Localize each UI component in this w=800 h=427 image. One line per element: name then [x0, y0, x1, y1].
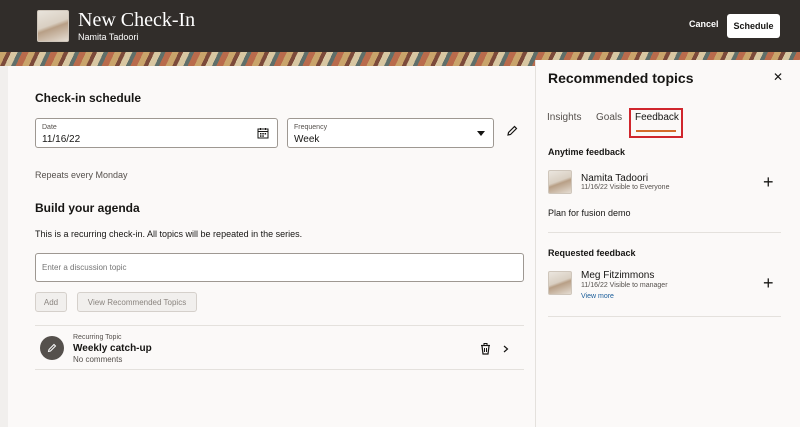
requested-feedback-heading: Requested feedback: [548, 248, 636, 258]
agenda-note: This is a recurring check-in. All topics…: [35, 229, 303, 239]
chevron-down-icon: [477, 131, 485, 136]
date-value: 11/16/22: [42, 134, 81, 145]
frequency-select[interactable]: Frequency Week: [287, 118, 494, 148]
divider: [35, 325, 524, 326]
agenda-heading: Build your agenda: [35, 201, 140, 215]
feedback-text: Plan for fusion demo: [548, 208, 631, 218]
trash-icon[interactable]: [480, 343, 491, 355]
divider: [548, 232, 781, 233]
page-subtitle: Namita Tadoori: [78, 32, 139, 42]
avatar: [548, 271, 572, 295]
close-icon[interactable]: ✕: [773, 70, 783, 84]
topic-title: Weekly catch-up: [73, 343, 152, 354]
avatar: [37, 10, 69, 42]
panel-title: Recommended topics: [548, 70, 694, 86]
topic-comments: No comments: [73, 355, 123, 364]
feedback-meta: 11/16/22 Visible to Everyone: [581, 184, 670, 191]
add-button[interactable]: Add: [35, 292, 67, 312]
divider: [35, 369, 524, 370]
calendar-icon[interactable]: [257, 127, 269, 139]
schedule-heading: Check-in schedule: [35, 91, 142, 105]
requested-meta: 11/16/22 Visible to manager: [581, 282, 668, 289]
feedback-author: Namita Tadoori: [581, 173, 649, 184]
schedule-button[interactable]: Schedule: [727, 14, 780, 38]
tab-insights[interactable]: Insights: [547, 112, 581, 123]
recommended-topics-panel: Recommended topics ✕ Insights Goals Feed…: [535, 60, 800, 427]
topic-input[interactable]: [35, 253, 524, 282]
edit-icon[interactable]: [506, 125, 518, 137]
date-label: Date: [42, 124, 57, 131]
list-item[interactable]: Recurring Topic Weekly catch-up No comme…: [35, 330, 524, 368]
avatar: [548, 170, 572, 194]
view-recommended-topics-button[interactable]: View Recommended Topics: [77, 292, 197, 312]
add-icon[interactable]: +: [763, 274, 774, 292]
pencil-icon: [47, 343, 57, 353]
add-icon[interactable]: +: [763, 173, 774, 191]
repeats-text: Repeats every Monday: [35, 170, 128, 180]
anytime-feedback-heading: Anytime feedback: [548, 147, 626, 157]
date-field[interactable]: Date 11/16/22: [35, 118, 278, 148]
main-content: Check-in schedule Date 11/16/22 Frequenc…: [8, 66, 535, 427]
tab-highlight-box: [629, 108, 683, 138]
view-more-link[interactable]: View more: [581, 293, 614, 300]
frequency-value: Week: [294, 134, 320, 145]
chevron-right-icon[interactable]: [503, 345, 509, 353]
cancel-button[interactable]: Cancel: [689, 19, 719, 29]
topic-avatar: [40, 336, 64, 360]
requested-author: Meg Fitzimmons: [581, 270, 655, 281]
frequency-label: Frequency: [294, 124, 328, 131]
tab-goals[interactable]: Goals: [596, 112, 622, 123]
divider: [548, 316, 781, 317]
topic-kind: Recurring Topic: [73, 334, 122, 341]
page-title: New Check-In: [78, 9, 196, 31]
